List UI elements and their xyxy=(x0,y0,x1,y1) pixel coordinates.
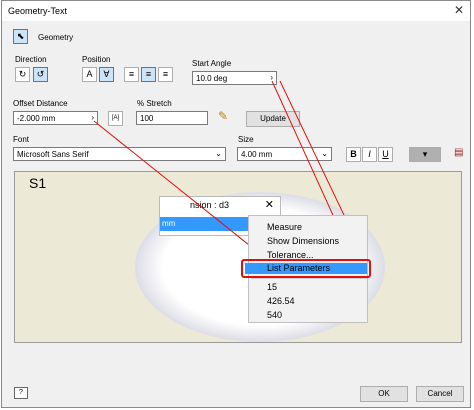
cancel-button[interactable]: Cancel xyxy=(416,386,464,402)
menu-item-value-1[interactable]: 15 xyxy=(267,282,277,292)
menu-item-list-parameters[interactable]: List Parameters xyxy=(267,263,330,273)
geometry-text-dialog: Geometry-Text ✕ ⬉ Geometry Direction ↻ ↺… xyxy=(1,0,471,408)
highlight-callout: List Parameters xyxy=(241,259,371,278)
callout-arrows xyxy=(93,80,365,258)
ok-button[interactable]: OK xyxy=(360,386,408,402)
menu-item-show-dimensions[interactable]: Show Dimensions xyxy=(267,236,339,246)
menu-item-value-2[interactable]: 426.54 xyxy=(267,296,295,306)
help-icon[interactable]: ? xyxy=(14,387,28,399)
menu-item-measure[interactable]: Measure xyxy=(267,222,302,232)
callout-arrow-offset xyxy=(93,120,265,258)
menu-separator xyxy=(251,278,367,279)
menu-item-value-3[interactable]: 540 xyxy=(267,310,282,320)
